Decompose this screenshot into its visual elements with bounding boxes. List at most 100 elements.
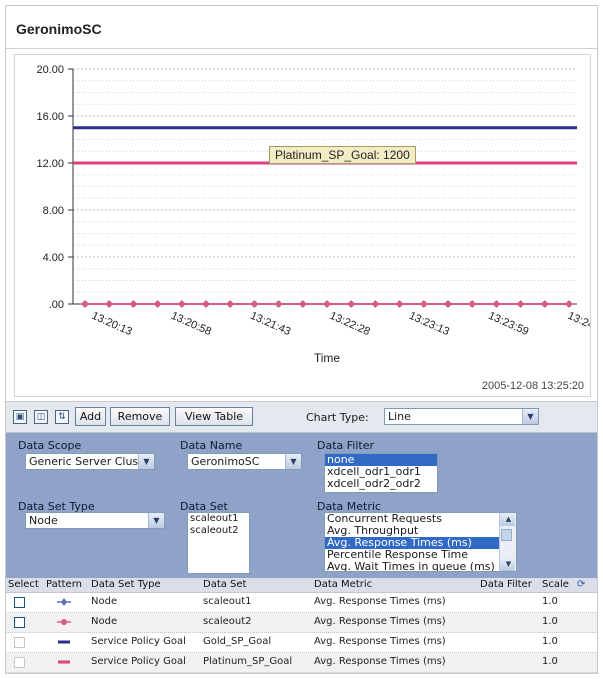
line-chart: 20.00 16.00 12.00 8.00 4.00 .00 13:20:13 13:20:… xyxy=(36,64,590,365)
x-tick-label: 13:21:43 xyxy=(248,310,292,338)
col-select: Select xyxy=(8,579,39,590)
chevron-down-icon: ▼ xyxy=(285,454,301,469)
x-tick-label: 13:24:44 xyxy=(566,310,590,338)
col-data-metric[interactable]: Data Metric xyxy=(314,579,372,590)
list-item[interactable]: scaleout2 xyxy=(188,525,249,537)
add-button[interactable]: Add xyxy=(75,407,106,426)
row-checkbox xyxy=(14,657,25,668)
data-point xyxy=(251,301,258,307)
data-point xyxy=(324,301,330,307)
x-tick-label: 13:20:58 xyxy=(169,310,213,338)
data-point xyxy=(469,301,476,307)
x-tick-label: 13:23:13 xyxy=(407,310,451,338)
data-point xyxy=(203,301,209,307)
col-data-set[interactable]: Data Set xyxy=(203,579,246,590)
list-item[interactable]: scaleout1 xyxy=(188,513,249,525)
chevron-down-icon: ▼ xyxy=(138,454,154,469)
cell-scale[interactable]: 1.0 xyxy=(542,656,558,667)
data-name-select[interactable]: GeronimoSC ▼ xyxy=(187,453,302,470)
deselect-all-icon[interactable]: ◫ xyxy=(34,410,48,424)
select-all-icon[interactable]: ▣ xyxy=(13,410,27,424)
line-pattern-icon xyxy=(58,640,70,644)
column-sort-icon[interactable]: ⇅ xyxy=(55,410,69,424)
data-filter-label: Data Filter xyxy=(317,439,375,452)
col-data-filter[interactable]: Data Filter xyxy=(480,579,532,590)
cell-scale[interactable]: 1.0 xyxy=(542,616,558,627)
cell-data-metric: Avg. Response Times (ms) xyxy=(314,636,446,647)
chart-type-label: Chart Type: xyxy=(306,411,369,424)
data-scope-select[interactable]: Generic Server Cluster ▼ xyxy=(25,453,155,470)
data-set-list[interactable]: scaleout1 scaleout2 xyxy=(187,512,250,574)
data-name-value: GeronimoSC xyxy=(191,455,260,468)
data-point xyxy=(82,301,88,307)
cell-data-metric: Avg. Response Times (ms) xyxy=(314,596,446,607)
table-row[interactable]: Service Policy Goal Platinum_SP_Goal Avg… xyxy=(6,653,597,673)
view-table-button[interactable]: View Table xyxy=(175,407,253,426)
data-point xyxy=(517,301,524,307)
plot-area: 20.00 16.00 12.00 8.00 4.00 .00 13:20:13 13:20:… xyxy=(14,54,591,397)
cell-data-set: scaleout2 xyxy=(203,616,252,627)
x-tick-label: 13:23:59 xyxy=(486,310,530,338)
y-tick-label: .00 xyxy=(49,299,64,311)
y-tick-label: 20.00 xyxy=(36,64,64,76)
scroll-up-icon[interactable]: ▲ xyxy=(500,513,515,526)
list-item[interactable]: xdcell_odr2_odr2 xyxy=(325,478,437,490)
cell-data-set: Platinum_SP_Goal xyxy=(203,656,293,667)
data-point xyxy=(154,301,161,307)
scrollbar[interactable]: ▲ ▼ xyxy=(499,513,516,571)
data-point xyxy=(566,301,572,307)
data-point xyxy=(348,301,355,307)
data-scope-value: Generic Server Cluster xyxy=(29,455,154,468)
data-point xyxy=(396,301,403,307)
row-checkbox[interactable] xyxy=(14,617,25,628)
data-point xyxy=(227,301,234,307)
data-set-type-select[interactable]: Node ▼ xyxy=(25,512,165,529)
data-set-type-value: Node xyxy=(29,514,58,527)
data-point xyxy=(541,301,548,307)
title-divider xyxy=(6,48,597,49)
series-tooltip: Platinum_SP_Goal: 1200 xyxy=(269,146,416,164)
refresh-icon[interactable]: ⟳ xyxy=(577,579,585,590)
chart-toolbar: ▣ ◫ ⇅ Add Remove View Table Chart Type: … xyxy=(6,402,597,433)
col-data-set-type[interactable]: Data Set Type xyxy=(91,579,161,590)
col-scale[interactable]: Scale xyxy=(542,579,569,590)
row-checkbox[interactable] xyxy=(14,597,25,608)
chevron-down-icon: ▼ xyxy=(148,513,164,528)
line-pattern-icon xyxy=(58,660,70,664)
table-row[interactable]: Node scaleout1 Avg. Response Times (ms) … xyxy=(6,593,597,613)
chart-type-value: Line xyxy=(388,410,411,423)
data-filter-list[interactable]: none xdcell_odr1_odr1 xdcell_odr2_odr2 xyxy=(324,453,438,493)
data-metric-list[interactable]: Concurrent Requests Avg. Throughput Avg.… xyxy=(324,512,517,572)
scroll-down-icon[interactable]: ▼ xyxy=(500,558,515,571)
scroll-thumb[interactable] xyxy=(501,529,512,541)
data-point xyxy=(372,301,379,307)
data-scope-label: Data Scope xyxy=(18,439,82,452)
data-set-table: Select Pattern Data Set Type Data Set Da… xyxy=(6,578,597,673)
data-name-label: Data Name xyxy=(180,439,243,452)
data-point xyxy=(493,301,500,307)
chart-title: GeronimoSC xyxy=(16,21,102,37)
remove-button[interactable]: Remove xyxy=(110,407,170,426)
diamond-marker-icon xyxy=(57,598,71,606)
cell-scale[interactable]: 1.0 xyxy=(542,636,558,647)
cell-scale[interactable]: 1.0 xyxy=(542,596,558,607)
col-pattern: Pattern xyxy=(46,579,82,590)
data-point xyxy=(420,301,427,307)
data-config-panel: Data Scope Generic Server Cluster ▼ Data… xyxy=(6,433,597,578)
data-point xyxy=(299,301,306,307)
circle-marker-icon xyxy=(57,619,71,625)
list-item[interactable]: Avg. Wait Times in queue (ms) xyxy=(325,561,516,572)
x-tick-label: 13:22:28 xyxy=(328,310,372,338)
chart-panel: GeronimoSC 20.00 16.00 12.00 8.00 4.00 .00 13:… xyxy=(6,6,597,402)
data-point xyxy=(445,301,451,307)
cell-data-set: Gold_SP_Goal xyxy=(203,636,272,647)
chart-type-select[interactable]: Line ▼ xyxy=(384,408,539,425)
y-tick-label: 12.00 xyxy=(36,158,64,170)
table-row[interactable]: Node scaleout2 Avg. Response Times (ms) … xyxy=(6,613,597,633)
cell-data-set-type: Node xyxy=(91,616,118,627)
y-tick-label: 16.00 xyxy=(36,111,64,123)
data-point xyxy=(130,301,137,307)
chart-portlet: GeronimoSC 20.00 16.00 12.00 8.00 4.00 .00 13:… xyxy=(5,5,598,674)
cell-data-metric: Avg. Response Times (ms) xyxy=(314,616,446,627)
table-row[interactable]: Service Policy Goal Gold_SP_Goal Avg. Re… xyxy=(6,633,597,653)
